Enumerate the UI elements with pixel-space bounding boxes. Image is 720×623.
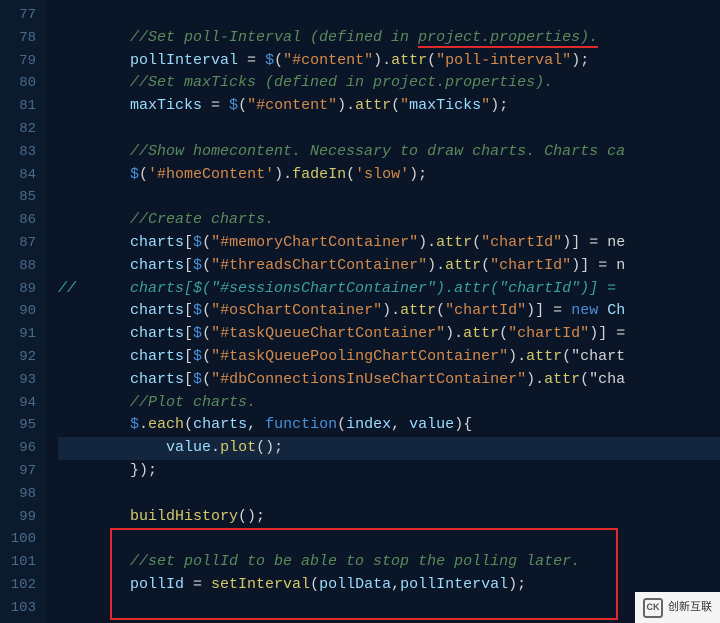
code-line[interactable]: pollInterval = $("#content").attr("poll-… — [58, 50, 720, 73]
code-line[interactable]: //Set poll-Interval (defined in project.… — [58, 27, 720, 50]
line-number: 79 — [4, 50, 36, 73]
code-line[interactable]: charts[$("#memoryChartContainer").attr("… — [58, 232, 720, 255]
code-line[interactable] — [58, 528, 720, 551]
line-number: 83 — [4, 141, 36, 164]
code-line[interactable]: value.plot(); — [58, 437, 720, 460]
watermark: CK 创新互联 — [635, 592, 720, 623]
code-line[interactable]: //set pollId to be able to stop the poll… — [58, 551, 720, 574]
line-number: 91 — [4, 323, 36, 346]
code-line[interactable] — [58, 597, 720, 620]
code-line[interactable]: charts[$("#threadsChartContainer").attr(… — [58, 255, 720, 278]
line-number: 84 — [4, 164, 36, 187]
line-number: 82 — [4, 118, 36, 141]
line-number: 77 — [4, 4, 36, 27]
line-number: 81 — [4, 95, 36, 118]
line-number: 94 — [4, 392, 36, 415]
line-number: 93 — [4, 369, 36, 392]
line-number: 86 — [4, 209, 36, 232]
code-line[interactable] — [58, 186, 720, 209]
line-number: 92 — [4, 346, 36, 369]
code-line[interactable]: $('#homeContent').fadeIn('slow'); — [58, 164, 720, 187]
code-line[interactable] — [58, 4, 720, 27]
code-line[interactable]: $.each(charts, function(index, value){ — [58, 414, 720, 437]
line-number-gutter: 7778798081828384858687888990919293949596… — [0, 0, 46, 623]
watermark-label: 创新互联 — [668, 596, 712, 619]
code-line[interactable]: }); — [58, 460, 720, 483]
line-number: 96 — [4, 437, 36, 460]
line-number: 89 — [4, 278, 36, 301]
code-line[interactable]: //Show homecontent. Necessary to draw ch… — [58, 141, 720, 164]
code-line[interactable]: charts[$("#taskQueuePoolingChartContaine… — [58, 346, 720, 369]
code-line[interactable]: buildHistory(); — [58, 506, 720, 529]
line-number: 78 — [4, 27, 36, 50]
line-number: 100 — [4, 528, 36, 551]
code-line[interactable]: charts[$("#osChartContainer").attr("char… — [58, 300, 720, 323]
code-line[interactable]: pollId = setInterval(pollData,pollInterv… — [58, 574, 720, 597]
line-number: 85 — [4, 186, 36, 209]
line-number: 99 — [4, 506, 36, 529]
code-line[interactable]: // charts[$("#sessionsChartContainer").a… — [58, 278, 720, 301]
code-line[interactable]: charts[$("#taskQueueChartContainer").att… — [58, 323, 720, 346]
line-number: 97 — [4, 460, 36, 483]
line-number: 102 — [4, 574, 36, 597]
code-line[interactable] — [58, 483, 720, 506]
line-number: 88 — [4, 255, 36, 278]
line-number: 101 — [4, 551, 36, 574]
code-line[interactable]: maxTicks = $("#content").attr("maxTicks"… — [58, 95, 720, 118]
code-line[interactable] — [58, 118, 720, 141]
code-line[interactable]: charts[$("#dbConnectionsInUseChartContai… — [58, 369, 720, 392]
line-number: 103 — [4, 597, 36, 620]
code-editor[interactable]: 7778798081828384858687888990919293949596… — [0, 0, 720, 623]
code-line[interactable]: //Create charts. — [58, 209, 720, 232]
line-number: 80 — [4, 72, 36, 95]
code-area[interactable]: //Set poll-Interval (defined in project.… — [46, 0, 720, 623]
watermark-logo-icon: CK — [643, 598, 663, 618]
line-number: 90 — [4, 300, 36, 323]
line-number: 95 — [4, 414, 36, 437]
line-number: 87 — [4, 232, 36, 255]
line-number: 98 — [4, 483, 36, 506]
code-line[interactable]: //Set maxTicks (defined in project.prope… — [58, 72, 720, 95]
code-line[interactable]: //Plot charts. — [58, 392, 720, 415]
